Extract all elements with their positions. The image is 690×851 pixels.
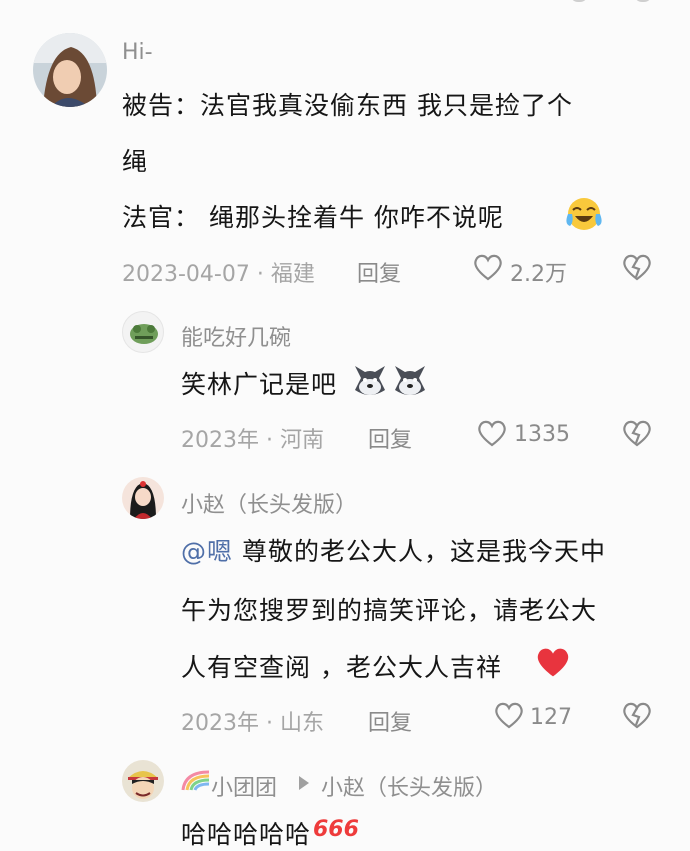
like-heart-icon[interactable] (493, 700, 525, 730)
666-emoji-icon: 666 (313, 817, 359, 842)
comment-text-line: 被告：法官我真没偷东西 我只是捡了个 (122, 91, 573, 120)
reply-button[interactable]: 回复 (368, 422, 412, 454)
comment-text-line: 人有空查阅 ，老公大人吉祥 (181, 653, 502, 682)
dislike-broken-heart-icon[interactable] (621, 418, 653, 448)
comment-date-location: 2023年 · 河南 (181, 428, 324, 453)
reply-button[interactable]: 回复 (368, 705, 412, 737)
comment-author[interactable]: Hi- (122, 40, 153, 65)
like-count: 1335 (514, 422, 570, 447)
reply-button[interactable]: 回复 (357, 256, 401, 288)
comment-text-line: 午为您搜罗到的搞笑评论，请老公大 (181, 596, 598, 625)
comment-author[interactable]: 小团团 (211, 770, 277, 802)
avatar[interactable] (122, 311, 164, 353)
comment-author[interactable]: 小赵（长头发版） (181, 487, 357, 519)
comment-text-line: @嗯 尊敬的老公大人，这是我今天中 (181, 537, 606, 566)
comment-date-location: 2023-04-07 · 福建 (122, 262, 315, 287)
wolf-emoji-icon (351, 360, 431, 400)
crying-laughing-emoji-icon (564, 196, 604, 232)
avatar[interactable] (33, 33, 107, 107)
comment-text-line: 绳 (122, 147, 149, 176)
comment-date-location: 2023年 · 山东 (181, 711, 324, 736)
cropped-icon (570, 0, 588, 2)
comment-text-line: 法官： 绳那头拴着牛 你咋不说呢 (122, 203, 504, 232)
dislike-broken-heart-icon[interactable] (621, 252, 653, 282)
like-heart-icon[interactable] (472, 252, 504, 282)
avatar[interactable] (122, 760, 164, 802)
like-count: 127 (530, 705, 572, 730)
comment-author[interactable]: 能吃好几碗 (181, 320, 291, 352)
rainbow-badge-icon (181, 768, 211, 794)
reply-arrow-icon (299, 776, 309, 790)
like-count: 2.2万 (510, 262, 567, 287)
mention-link[interactable]: @嗯 (181, 537, 233, 566)
red-heart-emoji-icon (533, 644, 573, 680)
reply-to-author[interactable]: 小赵（长头发版） (321, 770, 497, 802)
comment-text-line: 笑林广记是吧 (181, 370, 338, 399)
avatar[interactable] (122, 477, 164, 519)
dislike-broken-heart-icon[interactable] (621, 700, 653, 730)
like-heart-icon[interactable] (476, 418, 508, 448)
cropped-icon (634, 0, 652, 2)
